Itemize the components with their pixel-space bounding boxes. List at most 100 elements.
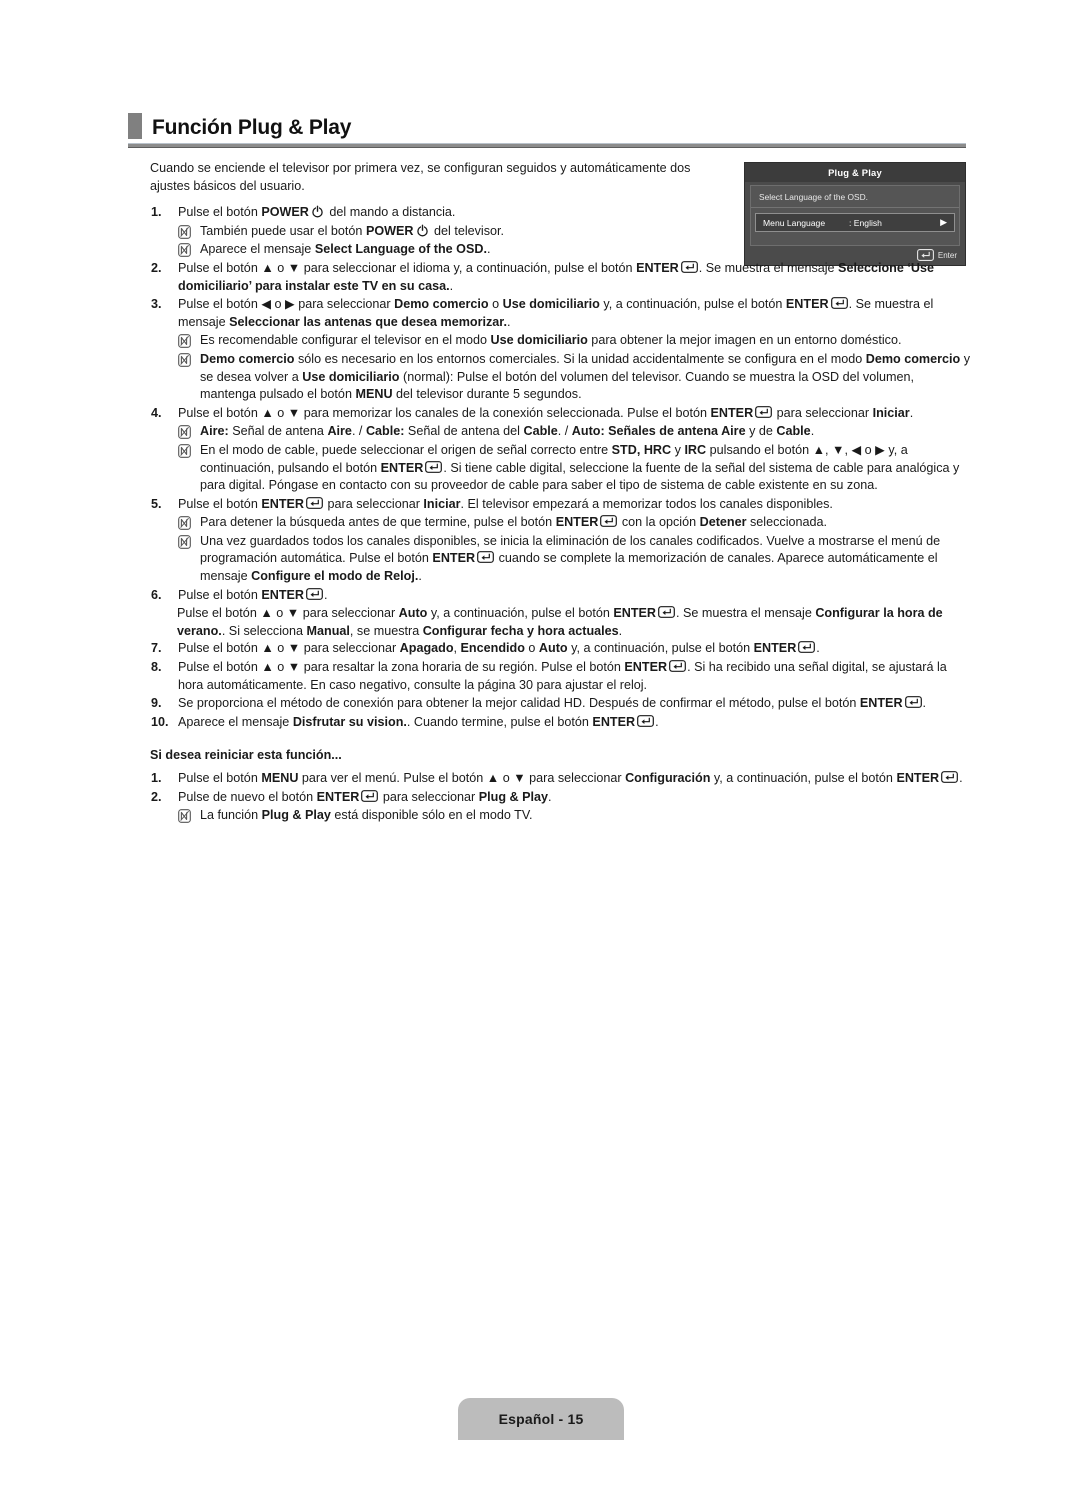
emphasis-text: POWER bbox=[365, 223, 414, 238]
emphasis-text: Demo comercio bbox=[865, 351, 961, 366]
step-text: Pulse el botón ◀ o ▶ para seleccionar De… bbox=[178, 296, 970, 331]
emphasis-text: Plug & Play bbox=[478, 789, 549, 804]
emphasis-text: Iniciar bbox=[423, 496, 461, 511]
note-text: Para detener la búsqueda antes de que te… bbox=[200, 514, 970, 532]
step-text: Pulse el botón ▲ o ▼ para seleccionar Ap… bbox=[178, 640, 970, 658]
note-item: Es recomendable configurar el televisor … bbox=[150, 332, 970, 350]
body-text: del televisor durante 5 segundos. bbox=[392, 387, 582, 402]
body-text: Pulse el botón ◀ o ▶ para seleccionar bbox=[178, 297, 395, 312]
body-text: , se muestra bbox=[349, 623, 423, 638]
body-text: Pulse el botón ▲ o ▼ para memorizar los … bbox=[178, 405, 711, 420]
step-number: 4. bbox=[151, 405, 162, 420]
emphasis-text: ENTER bbox=[261, 587, 305, 602]
step-number: 9. bbox=[151, 696, 162, 711]
emphasis-text: Use domiciliario bbox=[490, 333, 588, 348]
emphasis-text: Aire: bbox=[200, 424, 229, 439]
step-text: Pulse el botón ENTER. bbox=[178, 587, 970, 605]
body-text: Señal de antena del bbox=[404, 424, 524, 439]
body-text: . bbox=[548, 789, 552, 804]
body-text: . bbox=[959, 771, 963, 785]
emphasis-text: Detener bbox=[699, 515, 747, 530]
body-text: sólo es necesario en los entornos comerc… bbox=[294, 351, 866, 366]
step-item: 9. Se proporciona el método de conexión p… bbox=[150, 695, 970, 713]
step-item: 1. Pulse el botón MENU para ver el menú. … bbox=[150, 770, 970, 788]
body-text: . bbox=[810, 424, 815, 439]
step-item: 2. Pulse de nuevo el botón ENTER para sel… bbox=[150, 789, 970, 807]
body-text: . bbox=[486, 242, 491, 257]
body-text: Pulse el botón ▲ o ▼ para seleccionar el… bbox=[178, 260, 637, 275]
emphasis-text: Plug & Play bbox=[261, 808, 331, 823]
emphasis-text: Cable: bbox=[365, 424, 405, 439]
note-text: En el modo de cable, puede seleccionar e… bbox=[200, 442, 970, 495]
step-continuation: Pulse el botón ▲ o ▼ para seleccionar Au… bbox=[150, 605, 970, 640]
enter-icon bbox=[361, 789, 379, 802]
step-item: 1. Pulse el botón POWER del mando a dista… bbox=[150, 204, 970, 222]
step-number: 3. bbox=[151, 297, 162, 312]
restart-section-heading: Si desea reiniciar esta función... bbox=[150, 748, 342, 763]
note-item: Demo comercio sólo es necesario en los e… bbox=[150, 351, 970, 404]
note-item: Aire: Señal de antena Aire. / Cable: Señ… bbox=[150, 423, 970, 441]
emphasis-text: Use domiciliario bbox=[302, 369, 400, 384]
body-text: También puede usar el botón bbox=[200, 223, 366, 238]
note-icon bbox=[178, 353, 191, 367]
step-text: Pulse el botón ▲ o ▼ para seleccionar el… bbox=[178, 260, 970, 295]
body-text: o bbox=[524, 641, 539, 656]
step-number: 1. bbox=[151, 771, 162, 785]
emphasis-text: Configure el modo de Reloj. bbox=[251, 569, 419, 584]
step-number: 8. bbox=[151, 660, 162, 675]
emphasis-text: Seleccionar las antenas que desea memori… bbox=[229, 314, 508, 329]
body-text: Pulse el botón ▲ o ▼ para resaltar la zo… bbox=[178, 660, 625, 675]
emphasis-text: MENU bbox=[261, 771, 299, 785]
body-text: para seleccionar bbox=[324, 496, 424, 511]
step-item: 3. Pulse el botón ◀ o ▶ para seleccionar … bbox=[150, 296, 970, 331]
step-number: 2. bbox=[151, 789, 162, 804]
step-item: 8. Pulse el botón ▲ o ▼ para resaltar la … bbox=[150, 659, 970, 694]
body-text: . bbox=[618, 623, 623, 638]
note-icon bbox=[178, 809, 191, 824]
emphasis-text: Iniciar bbox=[872, 405, 910, 420]
emphasis-text: ENTER bbox=[555, 515, 599, 530]
body-text: . bbox=[418, 569, 422, 584]
note-item: Para detener la búsqueda antes de que te… bbox=[150, 514, 970, 532]
emphasis-text: Configuración bbox=[625, 771, 711, 785]
note-text: Una vez guardados todos los canales disp… bbox=[200, 533, 970, 586]
enter-icon bbox=[425, 460, 443, 473]
step-text: Pulse el botón ENTER para seleccionar In… bbox=[178, 496, 970, 514]
step-text: Pulse el botón ▲ o ▼ para resaltar la zo… bbox=[178, 659, 970, 694]
emphasis-text: STD, HRC bbox=[611, 442, 672, 457]
body-text: . bbox=[655, 714, 659, 729]
step-text: Pulse el botón ▲ o ▼ para memorizar los … bbox=[178, 405, 970, 423]
note-item: Una vez guardados todos los canales disp… bbox=[150, 533, 970, 586]
body-text: seleccionada. bbox=[746, 515, 828, 530]
body-text: . bbox=[507, 314, 511, 329]
step-text: Pulse de nuevo el botón ENTER para selec… bbox=[178, 789, 970, 807]
body-text: . / bbox=[351, 424, 366, 439]
body-text: y, a continuación, pulse el botón bbox=[710, 771, 897, 785]
enter-icon bbox=[680, 261, 698, 273]
emphasis-text: ENTER bbox=[785, 297, 829, 312]
body-text: con la opción bbox=[618, 515, 700, 530]
emphasis-text: ENTER bbox=[896, 771, 940, 785]
enter-icon bbox=[798, 641, 816, 654]
body-text: del mando a distancia. bbox=[325, 205, 456, 220]
emphasis-text: Cable bbox=[523, 424, 558, 439]
body-text: Pulse el botón bbox=[178, 587, 262, 602]
body-text: . bbox=[909, 405, 914, 420]
emphasis-text: ENTER bbox=[380, 460, 424, 475]
emphasis-text: Manual bbox=[306, 623, 350, 638]
step-item: 4. Pulse el botón ▲ o ▼ para memorizar lo… bbox=[150, 405, 970, 423]
page-number-label: Español - 15 bbox=[498, 1411, 584, 1427]
enter-icon bbox=[306, 496, 323, 509]
body-text: para seleccionar bbox=[379, 789, 479, 804]
emphasis-text: Auto: Señales de antena Aire bbox=[571, 424, 746, 439]
emphasis-text: ENTER bbox=[636, 260, 679, 275]
power-icon bbox=[311, 205, 324, 218]
header-divider bbox=[128, 143, 966, 148]
body-text: del televisor. bbox=[430, 223, 505, 238]
restart-steps-list: 1. Pulse el botón MENU para ver el menú. … bbox=[150, 770, 970, 825]
body-text: Pulse de nuevo el botón bbox=[178, 789, 317, 804]
note-text: Aire: Señal de antena Aire. / Cable: Señ… bbox=[200, 423, 970, 441]
body-text: Para detener la búsqueda antes de que te… bbox=[200, 515, 556, 530]
body-text: está disponible sólo en el modo TV. bbox=[330, 808, 533, 823]
note-text: Aparece el mensaje Select Language of th… bbox=[200, 241, 970, 259]
